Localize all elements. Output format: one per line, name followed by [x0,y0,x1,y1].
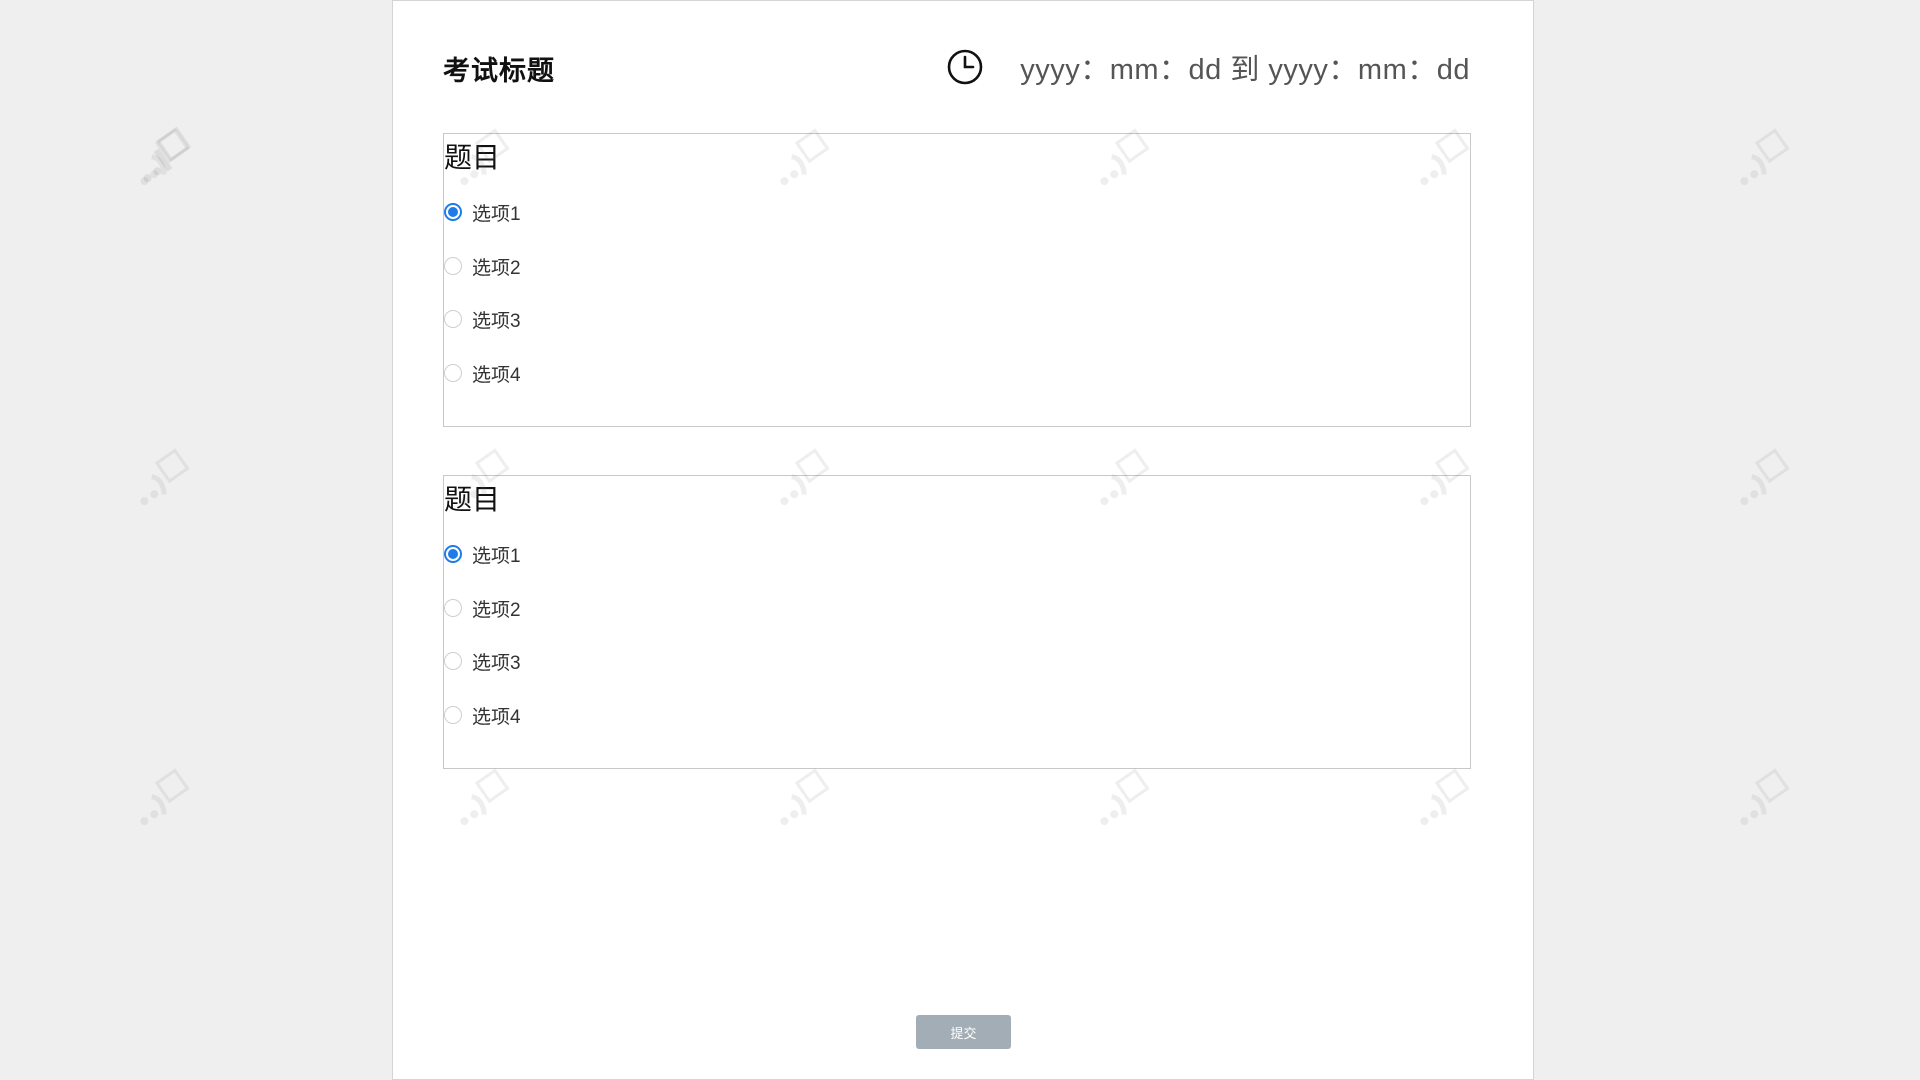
option-radio[interactable]: 选项4 [444,703,521,728]
option-radio[interactable]: 选项3 [444,307,521,332]
option-radio[interactable]: 选项1 [444,200,521,225]
option-radio[interactable]: 选项2 [444,254,521,279]
radio-button[interactable] [444,310,462,328]
option-radio[interactable]: 选项4 [444,361,521,386]
option-label: 选项1 [472,545,521,567]
question-card: 题目 选项1 选项2 选项3 选项4 [443,475,1471,769]
watermark-icon [1740,448,1790,506]
watermark-icon [140,128,190,186]
exam-page: 考试标题 yyyy：mm：dd 到 yyyy：mm：dd 题目 选项1 选项2 … [143,0,1534,1080]
option-label: 选项2 [472,599,521,621]
option-label: 选项4 [472,706,521,728]
watermark-icon [1740,128,1790,186]
watermark-icon [1740,768,1790,826]
option-radio[interactable]: 选项2 [444,596,521,621]
watermark-icon [143,126,192,183]
option-label: 选项3 [472,310,521,332]
question-title: 题目 [444,142,501,173]
option-radio[interactable]: 选项3 [444,649,521,674]
radio-button[interactable] [444,257,462,275]
radio-button[interactable] [444,706,462,724]
watermark-icon [140,768,190,826]
option-label: 选项1 [472,203,521,225]
option-label: 选项3 [472,652,521,674]
radio-button[interactable] [444,652,462,670]
exam-header: 考试标题 yyyy：mm：dd 到 yyyy：mm：dd [443,45,1470,89]
radio-button[interactable] [444,203,462,221]
radio-button[interactable] [444,364,462,382]
radio-button[interactable] [444,599,462,617]
question-card: 题目 选项1 选项2 选项3 选项4 [443,133,1471,427]
option-label: 选项2 [472,257,521,279]
radio-button[interactable] [444,545,462,563]
exam-time-range: yyyy：mm：dd 到 yyyy：mm：dd [1020,54,1470,86]
exam-time: yyyy：mm：dd 到 yyyy：mm：dd [946,45,1470,89]
watermark-icon [140,448,190,506]
exam-title: 考试标题 [443,56,555,86]
question-title: 题目 [444,484,501,515]
option-label: 选项4 [472,364,521,386]
option-radio[interactable]: 选项1 [444,542,521,567]
submit-button[interactable]: 提交 [916,1015,1011,1049]
clock-icon [947,49,983,85]
